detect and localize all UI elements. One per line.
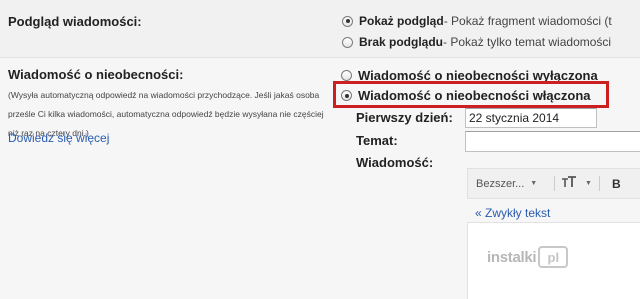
first-day-input[interactable] [465, 108, 597, 128]
watermark-logo: instalki pl [487, 245, 605, 269]
show-preview-radio[interactable] [342, 15, 353, 27]
font-size-dropdown[interactable]: ▼ [561, 176, 595, 191]
no-preview-radio[interactable] [342, 36, 353, 48]
formatting-toolbar: Bezszer... ▼ ▼ B [467, 168, 640, 199]
learn-more-link[interactable]: Dowiedz się więcej [8, 131, 109, 145]
no-preview-option[interactable]: Brak podglądu - Pokaż tylko temat wiadom… [342, 35, 611, 49]
watermark-text: instalki [487, 248, 537, 266]
show-preview-desc: - Pokaż fragment wiadomości (t [443, 14, 612, 28]
show-preview-title: Pokaż podgląd [359, 14, 444, 28]
chevron-down-icon: ▼ [530, 180, 538, 187]
first-day-label: Pierwszy dzień: [356, 110, 453, 125]
no-preview-title: Brak podglądu [359, 35, 444, 49]
chevron-down-icon: ▼ [585, 180, 592, 187]
font-family-value: Bezszer... [476, 177, 525, 190]
preview-settings-row [0, 0, 640, 58]
preview-setting-label: Podgląd wiadomości: [8, 14, 142, 29]
message-label: Wiadomość: [356, 155, 434, 170]
vacation-responder-label: Wiadomość o nieobecności: [8, 67, 184, 82]
font-family-dropdown[interactable]: Bezszer... ▼ [468, 178, 550, 190]
text-size-icon [561, 176, 579, 191]
vacation-off-radio[interactable] [341, 70, 352, 81]
toolbar-divider [554, 176, 555, 191]
toolbar-divider [599, 176, 600, 191]
highlight-box [333, 81, 609, 108]
no-preview-desc: - Pokaż tylko temat wiadomości [443, 35, 612, 49]
subject-input[interactable] [465, 131, 640, 152]
watermark-badge: pl [538, 246, 569, 268]
bold-button[interactable]: B [612, 177, 621, 191]
show-preview-option[interactable]: Pokaż podgląd - Pokaż fragment wiadomośc… [342, 14, 612, 28]
plain-text-link[interactable]: « Zwykły tekst [475, 206, 550, 220]
subject-label: Temat: [356, 133, 398, 148]
